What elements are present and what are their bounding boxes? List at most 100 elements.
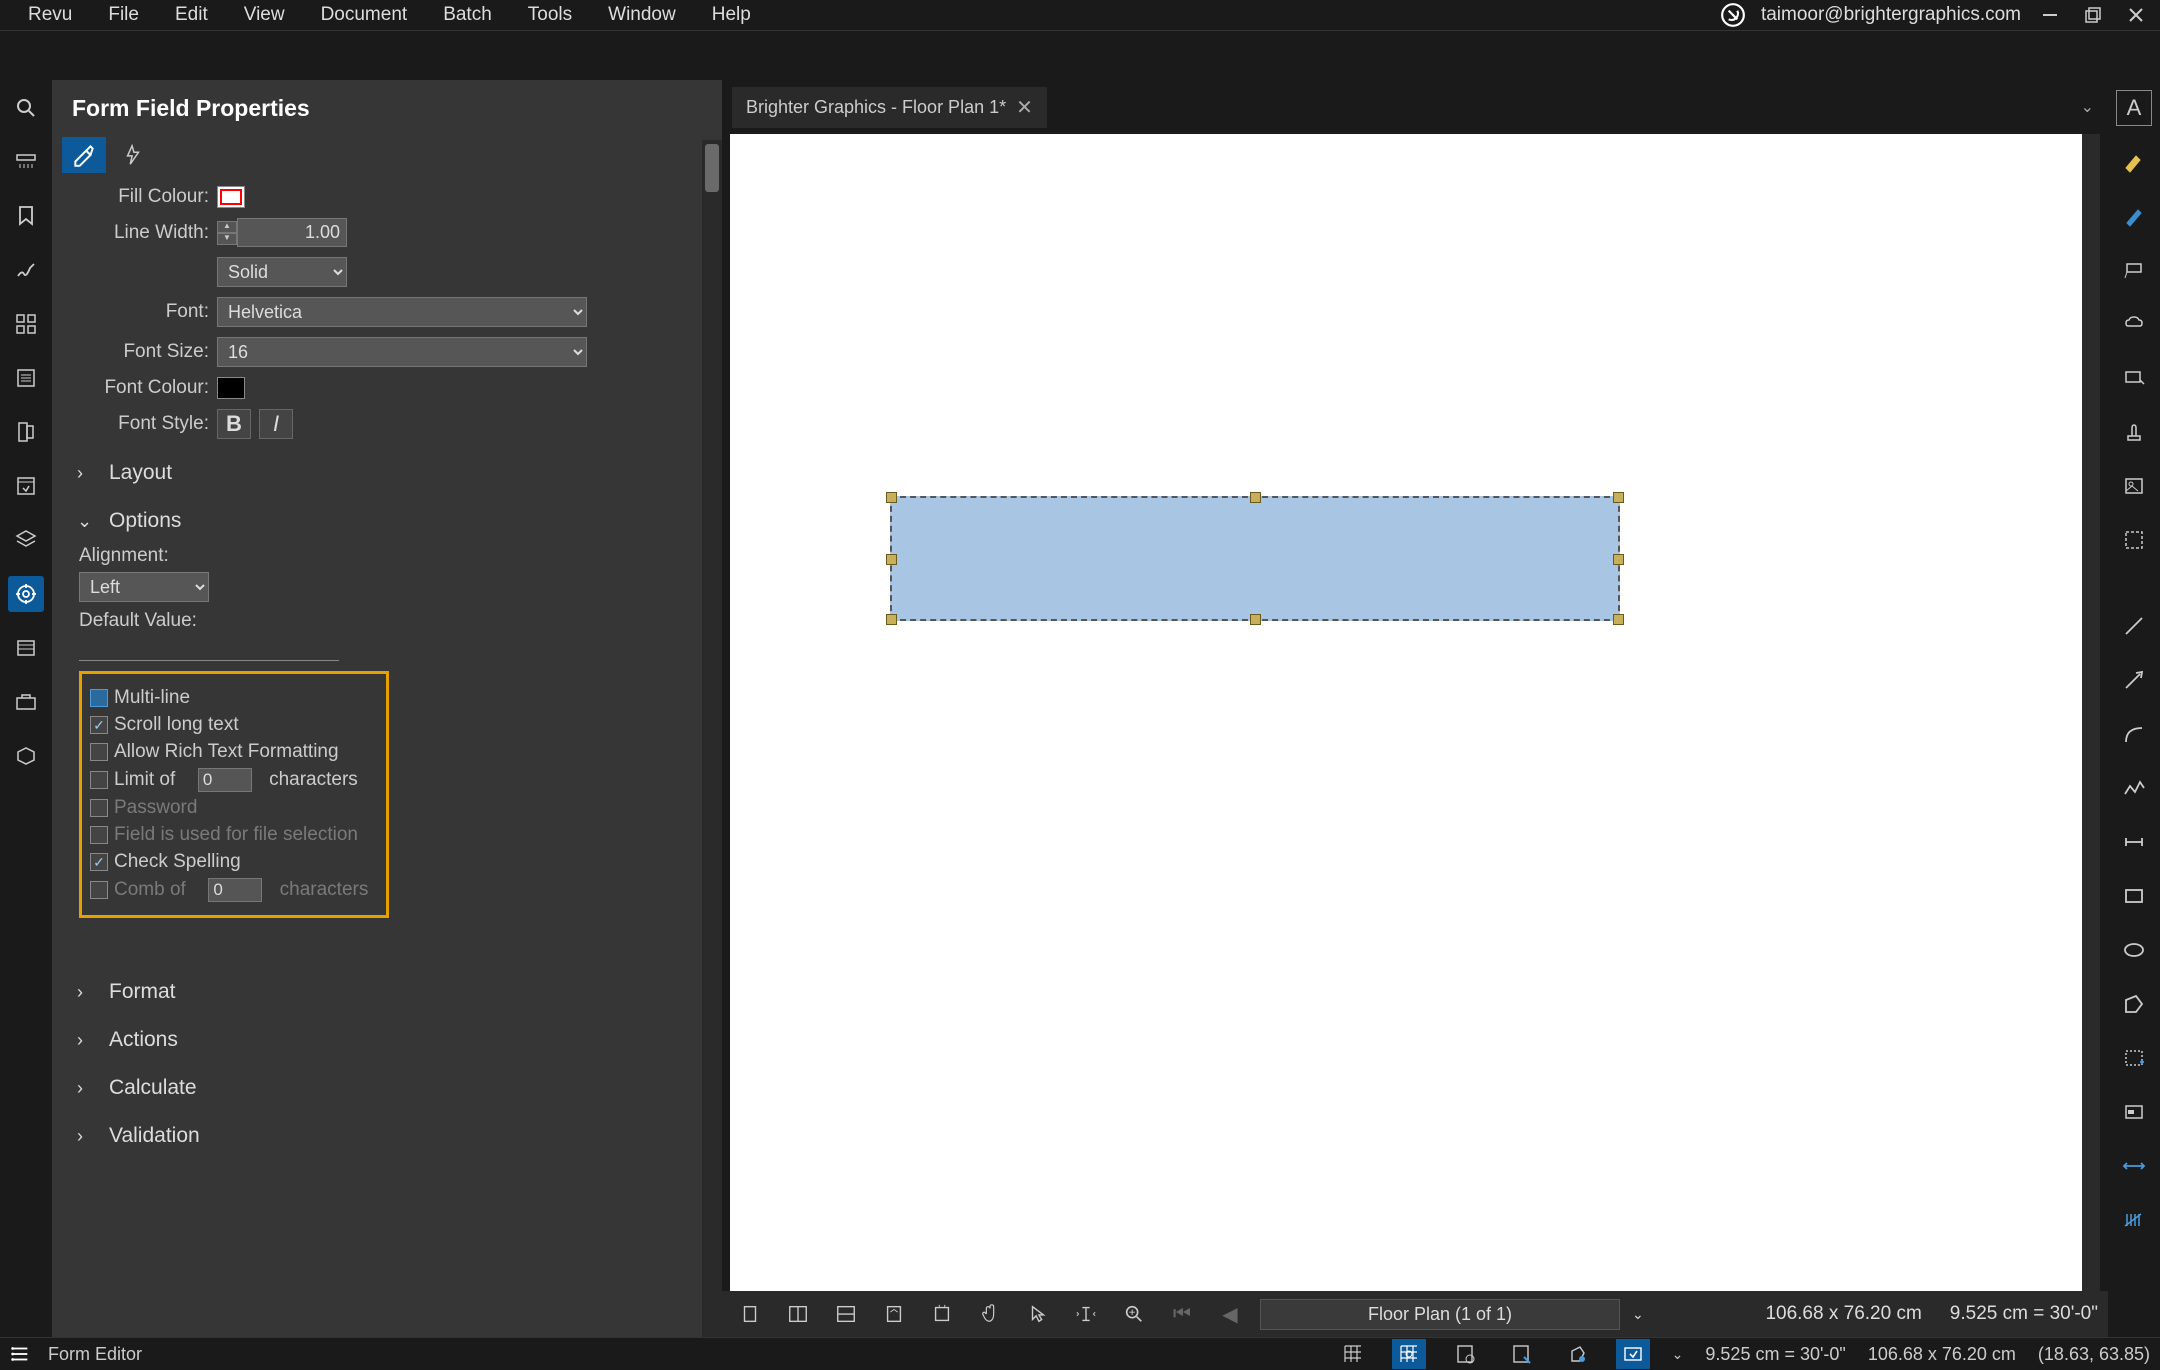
account-email[interactable]: taimoor@brightergraphics.com: [1761, 4, 2021, 26]
form-field-rect[interactable]: [890, 496, 1620, 621]
line-width-up[interactable]: ▲: [217, 221, 237, 233]
window-close-button[interactable]: [2122, 1, 2150, 29]
text-select-icon[interactable]: [1068, 1296, 1104, 1332]
textbox-tool-icon[interactable]: A: [2116, 90, 2152, 126]
resize-handle[interactable]: [886, 614, 897, 625]
bookmarks-icon[interactable]: [8, 198, 44, 234]
tab-dropdown-icon[interactable]: ⌄: [2081, 97, 2094, 117]
page-indicator[interactable]: Floor Plan (1 of 1): [1260, 1299, 1620, 1330]
limit-input[interactable]: [198, 768, 252, 792]
resize-handle[interactable]: [886, 554, 897, 565]
arrow-tool-icon[interactable]: [2116, 662, 2152, 698]
select-icon[interactable]: [1020, 1296, 1056, 1332]
font-size-select[interactable]: 16: [217, 337, 587, 367]
list-icon[interactable]: [8, 360, 44, 396]
calculate-section-header[interactable]: › Calculate: [77, 1064, 697, 1112]
close-icon[interactable]: ✕: [1016, 95, 1033, 120]
font-colour-swatch[interactable]: [217, 377, 245, 399]
fit-horizontal-icon[interactable]: [2116, 1148, 2152, 1184]
sync-icon[interactable]: [1616, 1339, 1650, 1369]
line-tool-icon[interactable]: [2116, 608, 2152, 644]
scroll-checkbox[interactable]: [90, 716, 108, 734]
prev-page-icon[interactable]: ◀: [1212, 1296, 1248, 1332]
polygon-tool-icon[interactable]: [2116, 986, 2152, 1022]
dimension-tool-icon[interactable]: [2116, 824, 2152, 860]
options-section-header[interactable]: ⌄ Options: [77, 497, 697, 545]
split-vertical-icon[interactable]: [780, 1296, 816, 1332]
document-tab[interactable]: Brighter Graphics - Floor Plan 1* ✕: [732, 87, 1047, 128]
single-page-icon[interactable]: [732, 1296, 768, 1332]
fit-width-icon[interactable]: [924, 1296, 960, 1332]
stamp-tool-icon[interactable]: [2116, 414, 2152, 450]
actions-section-header[interactable]: › Actions: [77, 1016, 697, 1064]
multiline-checkbox[interactable]: [90, 689, 108, 707]
menu-view[interactable]: View: [226, 4, 303, 26]
menu-edit[interactable]: Edit: [157, 4, 226, 26]
first-page-icon[interactable]: ⏮: [1164, 1296, 1200, 1332]
menu-batch[interactable]: Batch: [425, 4, 510, 26]
window-minimize-button[interactable]: [2036, 1, 2064, 29]
highlight-tool-icon[interactable]: [2116, 144, 2152, 180]
grid-toggle-icon[interactable]: [1336, 1339, 1370, 1369]
cloud-plus-tool-icon[interactable]: [2116, 1040, 2152, 1076]
actions-tab[interactable]: [111, 137, 155, 173]
line-width-input[interactable]: [237, 218, 347, 247]
fileselect-checkbox[interactable]: [90, 826, 108, 844]
pan-icon[interactable]: [972, 1296, 1008, 1332]
callout-tool-icon[interactable]: [2116, 252, 2152, 288]
menu-document[interactable]: Document: [303, 4, 426, 26]
ellipse-tool-icon[interactable]: [2116, 932, 2152, 968]
document-canvas[interactable]: [730, 134, 2100, 1291]
scroll-thumb[interactable]: [705, 144, 719, 192]
menu-revu[interactable]: Revu: [10, 4, 90, 26]
italic-button[interactable]: I: [259, 409, 293, 439]
count-tool-icon[interactable]: [2116, 1202, 2152, 1238]
image-tool-icon[interactable]: [2116, 468, 2152, 504]
zoom-icon[interactable]: [1116, 1296, 1152, 1332]
menu-help[interactable]: Help: [694, 4, 769, 26]
resize-handle[interactable]: [1250, 492, 1261, 503]
comb-input[interactable]: [208, 878, 262, 902]
page-dropdown-icon[interactable]: ⌄: [1632, 1306, 1644, 1323]
bold-button[interactable]: B: [217, 409, 251, 439]
line-style-select[interactable]: Solid: [217, 257, 347, 287]
thumbnails-icon[interactable]: [8, 144, 44, 180]
toolchest-icon[interactable]: [8, 684, 44, 720]
resize-handle[interactable]: [886, 492, 897, 503]
appearance-tab[interactable]: [62, 137, 106, 173]
arc-tool-icon[interactable]: [2116, 716, 2152, 752]
split-horizontal-icon[interactable]: [828, 1296, 864, 1332]
fit-page-icon[interactable]: [876, 1296, 912, 1332]
spaces-icon[interactable]: [8, 738, 44, 774]
resize-handle[interactable]: [1613, 554, 1624, 565]
redaction-tool-icon[interactable]: [2116, 1094, 2152, 1130]
line-width-down[interactable]: ▼: [217, 233, 237, 245]
password-checkbox[interactable]: [90, 799, 108, 817]
comb-checkbox[interactable]: [90, 881, 108, 899]
layout-section-header[interactable]: › Layout: [77, 449, 697, 497]
richtext-checkbox[interactable]: [90, 743, 108, 761]
recent-icon[interactable]: [8, 630, 44, 666]
links-icon[interactable]: [8, 468, 44, 504]
alignment-select[interactable]: Left: [79, 572, 209, 602]
font-select[interactable]: Helvetica: [217, 297, 587, 327]
search-icon[interactable]: [8, 90, 44, 126]
signature-icon[interactable]: [8, 252, 44, 288]
polyline-tool-icon[interactable]: [2116, 770, 2152, 806]
properties-icon[interactable]: [8, 576, 44, 612]
resize-handle[interactable]: [1613, 614, 1624, 625]
region-link-icon[interactable]: [2116, 360, 2152, 396]
default-value-input[interactable]: [79, 637, 339, 661]
reuse-icon[interactable]: [1560, 1339, 1594, 1369]
snapshot-tool-icon[interactable]: [2116, 522, 2152, 558]
status-dropdown-icon[interactable]: ⌄: [1672, 1346, 1684, 1363]
menu-file[interactable]: File: [90, 4, 157, 26]
panel-scrollbar[interactable]: [702, 140, 722, 1337]
snap-markup-icon[interactable]: [1504, 1339, 1538, 1369]
limit-checkbox[interactable]: [90, 771, 108, 789]
flags-icon[interactable]: [8, 414, 44, 450]
snap-toggle-icon[interactable]: [1392, 1339, 1426, 1369]
validation-section-header[interactable]: › Validation: [77, 1112, 697, 1160]
cloud-tool-icon[interactable]: [2116, 306, 2152, 342]
snap-content-icon[interactable]: [1448, 1339, 1482, 1369]
